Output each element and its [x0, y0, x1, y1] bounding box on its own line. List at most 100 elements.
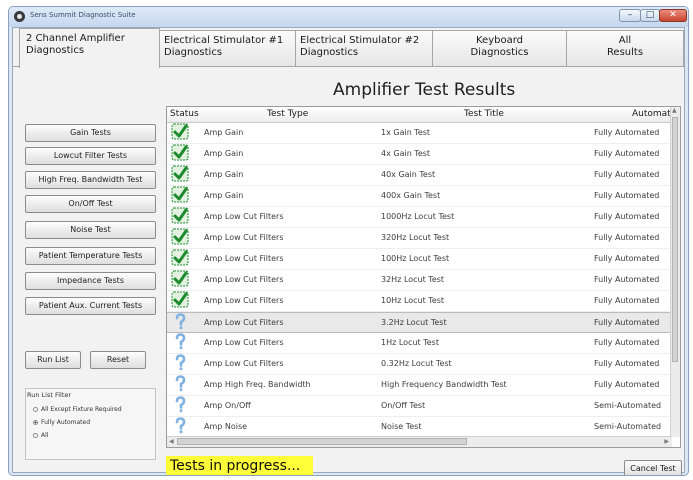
- column-header-status[interactable]: Status: [170, 107, 199, 121]
- impedance-tests-button[interactable]: Impedance Tests: [25, 272, 156, 290]
- vertical-scrollbar[interactable]: ▲: [670, 107, 680, 437]
- tab-label-line1: Electrical Stimulator #1: [164, 35, 284, 46]
- reset-button[interactable]: Reset: [90, 351, 146, 369]
- table-row[interactable]: Amp Gain 40x Gain Test Fully Automated: [167, 165, 672, 186]
- automation-cell: Fully Automated: [594, 149, 660, 158]
- horizontal-scroll-thumb[interactable]: [177, 438, 467, 445]
- patient-temperature-tests-button[interactable]: Patient Temperature Tests: [25, 247, 156, 265]
- noise-test-button[interactable]: Noise Test: [25, 221, 156, 239]
- table-row[interactable]: Amp Low Cut Filters 1Hz Locut Test Fully A…: [167, 333, 672, 354]
- radio-label: All Except Fixture Required: [41, 406, 122, 413]
- tab-label-line2: Diagnostics: [26, 45, 85, 56]
- test-type-cell: Amp Low Cut Filters: [204, 275, 284, 284]
- green-check-icon: [171, 144, 189, 161]
- table-row[interactable]: Amp Gain 1x Gain Test Fully Automated: [167, 123, 672, 144]
- app-logo-icon: [14, 11, 25, 22]
- scroll-left-icon[interactable]: ◀: [169, 438, 174, 445]
- test-title-cell: 100Hz Locut Test: [381, 254, 450, 263]
- column-header-test-title[interactable]: Test Title: [464, 107, 504, 121]
- table-row[interactable]: Amp Noise Noise Test Semi-Automated: [167, 417, 672, 438]
- test-type-cell: Amp Low Cut Filters: [204, 254, 284, 263]
- automation-cell: Fully Automated: [594, 275, 660, 284]
- table-row[interactable]: Amp Low Cut Filters 320Hz Locut Test Fully…: [167, 228, 672, 249]
- table-row[interactable]: Amp On/Off On/Off Test Semi-Automated: [167, 396, 672, 417]
- horizontal-scrollbar[interactable]: ◀ ▶: [167, 436, 672, 447]
- green-check-icon: [171, 186, 189, 203]
- maximize-button[interactable]: □: [640, 9, 660, 22]
- tab-label-line2: Diagnostics: [164, 47, 223, 58]
- minimize-button[interactable]: –: [619, 9, 641, 22]
- table-row[interactable]: Amp High Freq. Bandwidth High Frequency B…: [167, 375, 672, 396]
- question-mark-icon: [171, 375, 189, 392]
- test-type-cell: Amp Gain: [204, 170, 244, 179]
- table-row[interactable]: Amp Low Cut Filters 10Hz Locut Test Fully …: [167, 291, 672, 312]
- cancel-test-button[interactable]: Cancel Test: [624, 460, 682, 475]
- test-title-cell: High Frequency Bandwidth Test: [381, 380, 507, 389]
- test-type-cell: Amp Low Cut Filters: [204, 359, 284, 368]
- column-header-automation[interactable]: Automat: [632, 107, 671, 121]
- patient-aux-current-tests-button[interactable]: Patient Aux. Current Tests: [25, 297, 156, 315]
- high-freq-bandwidth-test-button[interactable]: High Freq. Bandwidth Test: [25, 171, 156, 189]
- table-row[interactable]: Amp Low Cut Filters 0.32Hz Locut Test Full…: [167, 354, 672, 375]
- automation-cell: Fully Automated: [594, 338, 660, 347]
- table-row[interactable]: Amp Low Cut Filters 1000Hz Locut Test Full…: [167, 207, 672, 228]
- radio-selected-icon: [33, 420, 38, 425]
- green-check-icon: [171, 165, 189, 182]
- test-title-cell: 0.32Hz Locut Test: [381, 359, 452, 368]
- vertical-scroll-thumb[interactable]: [672, 117, 678, 362]
- test-title-cell: 400x Gain Test: [381, 191, 441, 200]
- run-list-button[interactable]: Run List: [25, 351, 81, 369]
- progress-status-text: Tests in progress...: [166, 456, 313, 475]
- tab-amplifier-diagnostics[interactable]: 2 Channel Amplifier Diagnostics: [19, 28, 160, 68]
- radio-icon: [33, 407, 38, 412]
- filter-option-fully-automated[interactable]: Fully Automated: [33, 419, 90, 426]
- test-type-cell: Amp Low Cut Filters: [204, 318, 284, 327]
- table-row[interactable]: Amp Low Cut Filters 32Hz Locut Test Fully …: [167, 270, 672, 291]
- green-check-icon: [171, 291, 189, 308]
- table-row[interactable]: Amp Gain 400x Gain Test Fully Automated: [167, 186, 672, 207]
- table-row[interactable]: Amp Low Cut Filters 3.2Hz Locut Test Fully…: [167, 312, 672, 333]
- results-table[interactable]: Status Test Type Test Title Automat Amp …: [166, 106, 681, 448]
- automation-cell: Fully Automated: [594, 233, 660, 242]
- lowcut-filter-tests-button[interactable]: Lowcut Filter Tests: [25, 147, 156, 165]
- automation-cell: Fully Automated: [594, 212, 660, 221]
- automation-cell: Fully Automated: [594, 380, 660, 389]
- tab-keyboard-diagnostics[interactable]: Keyboard Diagnostics: [432, 30, 567, 66]
- table-body: Amp Gain 1x Gain Test Fully Automated Amp G…: [167, 123, 672, 438]
- test-title-cell: 1Hz Locut Test: [381, 338, 439, 347]
- question-mark-icon: [171, 354, 189, 371]
- green-check-icon: [171, 270, 189, 287]
- green-check-icon: [171, 228, 189, 245]
- question-mark-icon: [171, 313, 189, 330]
- tab-electrical-stimulator-1[interactable]: Electrical Stimulator #1 Diagnostics: [159, 30, 296, 66]
- filter-option-all-except-fixture[interactable]: All Except Fixture Required: [33, 406, 122, 413]
- test-type-cell: Amp Gain: [204, 191, 244, 200]
- green-check-icon: [171, 207, 189, 224]
- test-title-cell: On/Off Test: [381, 401, 426, 410]
- automation-cell: Fully Automated: [594, 170, 660, 179]
- automation-cell: Fully Automated: [594, 318, 660, 327]
- tab-label-line2: Diagnostics: [470, 47, 529, 58]
- table-row[interactable]: Amp Low Cut Filters 100Hz Locut Test Fully…: [167, 249, 672, 270]
- gain-tests-button[interactable]: Gain Tests: [25, 124, 156, 142]
- test-title-cell: 1x Gain Test: [381, 128, 431, 137]
- scroll-up-icon[interactable]: ▲: [672, 107, 677, 114]
- test-title-cell: 3.2Hz Locut Test: [381, 318, 447, 327]
- green-check-icon: [171, 249, 189, 266]
- test-title-cell: 40x Gain Test: [381, 170, 436, 179]
- automation-cell: Fully Automated: [594, 296, 660, 305]
- column-header-test-type[interactable]: Test Type: [267, 107, 308, 121]
- main-panel: 2 Channel Amplifier Diagnostics Electric…: [12, 27, 685, 475]
- tab-all-results[interactable]: All Results: [566, 30, 684, 66]
- automation-cell: Fully Automated: [594, 359, 660, 368]
- radio-icon: [33, 433, 38, 438]
- table-row[interactable]: Amp Gain 4x Gain Test Fully Automated: [167, 144, 672, 165]
- test-title-cell: 320Hz Locut Test: [381, 233, 450, 242]
- close-button[interactable]: ✕: [659, 9, 687, 22]
- tab-label-line1: All: [618, 35, 632, 46]
- filter-option-all[interactable]: All: [33, 432, 48, 439]
- scroll-right-icon[interactable]: ▶: [664, 438, 669, 445]
- on-off-test-button[interactable]: On/Off Test: [25, 195, 156, 213]
- tab-electrical-stimulator-2[interactable]: Electrical Stimulator #2 Diagnostics: [295, 30, 433, 66]
- test-title-cell: Noise Test: [381, 422, 422, 431]
